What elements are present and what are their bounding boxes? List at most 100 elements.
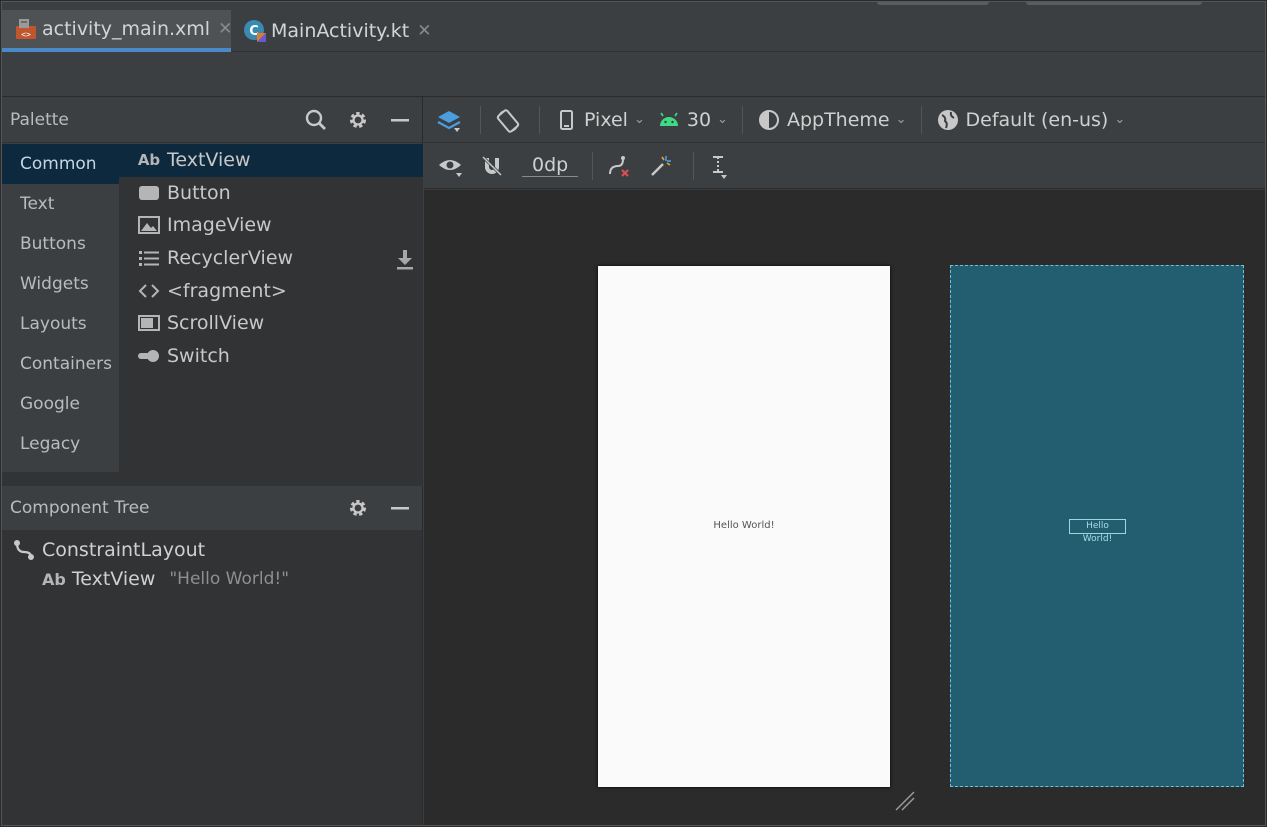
category-text[interactable]: Text <box>2 184 119 224</box>
rotate-icon <box>495 108 520 133</box>
tree-node-label: ConstraintLayout <box>42 539 206 561</box>
default-margin-field[interactable]: 0dp <box>516 143 584 188</box>
palette-item-imageview[interactable]: ImageView <box>119 209 423 242</box>
palette-item-recyclerview[interactable]: RecyclerView <box>119 242 423 275</box>
globe-icon <box>936 108 960 132</box>
tree-node-constraintlayout[interactable]: ConstraintLayout <box>12 538 205 562</box>
guidelines-icon <box>708 154 732 179</box>
minimize-icon[interactable] <box>388 108 412 132</box>
palette-item-button[interactable]: Button <box>119 177 423 210</box>
close-icon[interactable]: ✕ <box>417 21 431 41</box>
tree-node-text-value: "Hello World!" <box>169 569 290 589</box>
infer-constraints-button[interactable] <box>643 143 685 188</box>
button-icon <box>137 181 161 205</box>
svg-text:<>: <> <box>21 30 31 39</box>
tab-activity-main-xml[interactable]: <> activity_main.xml ✕ <box>2 10 232 52</box>
search-icon[interactable] <box>304 108 328 132</box>
palette-panel: Palette Common Text Buttons Widgets Layo… <box>2 97 423 472</box>
switch-icon <box>137 344 161 368</box>
top-toolbar-button[interactable] <box>877 2 989 5</box>
tab-label: MainActivity.kt <box>271 20 410 42</box>
tree-node-label: TextView <box>71 568 156 590</box>
resize-handle-icon[interactable] <box>894 790 918 814</box>
palette-item-switch[interactable]: Switch <box>119 340 423 373</box>
code-brackets-icon <box>137 279 161 303</box>
theme-selector[interactable]: AppTheme ⌄ <box>751 97 913 142</box>
palette-item-label: Button <box>167 181 231 204</box>
palette-title: Palette <box>10 109 69 130</box>
tree-node-textview[interactable]: Ab TextView "Hello World!" <box>42 568 289 590</box>
constraint-layout-icon <box>12 538 36 562</box>
default-margin-value: 0dp <box>522 154 579 177</box>
palette-item-label: ImageView <box>167 214 272 237</box>
locale-label: Default (en-us) <box>965 108 1109 131</box>
scrollview-icon <box>137 311 161 335</box>
component-tree-title: Component Tree <box>10 498 150 518</box>
chevron-down-icon: ⌄ <box>633 112 645 127</box>
palette-item-label: Switch <box>167 344 230 367</box>
minimize-icon[interactable] <box>388 496 412 520</box>
tab-main-activity-kt[interactable]: C MainActivity.kt ✕ <box>231 10 431 52</box>
theme-icon <box>757 108 781 132</box>
category-buttons[interactable]: Buttons <box>2 224 119 264</box>
clear-constraints-icon <box>607 154 631 178</box>
palette-item-fragment[interactable]: <fragment> <box>119 274 423 307</box>
view-options-button[interactable] <box>424 143 474 188</box>
design-textview[interactable]: Hello World! <box>598 520 890 531</box>
editor-mode-strip <box>2 52 1265 97</box>
xml-layout-icon: <> <box>14 17 38 41</box>
magic-wand-icon <box>649 154 673 178</box>
locale-selector[interactable]: Default (en-us) ⌄ <box>930 97 1132 142</box>
design-canvas[interactable]: Hello World! Hello World! <box>424 190 1265 825</box>
category-common[interactable]: Common <box>2 144 119 184</box>
palette-items: Ab TextView Button ImageView RecyclerVie… <box>119 144 423 472</box>
palette-categories: Common Text Buttons Widgets Layouts Cont… <box>2 144 119 472</box>
palette-item-label: ScrollView <box>167 312 265 335</box>
category-google[interactable]: Google <box>2 384 119 424</box>
eye-icon <box>438 154 462 178</box>
design-toolbar: Pixel ⌄ 30 ⌄ AppTheme ⌄ Default (en-us) … <box>424 97 1265 143</box>
autoconnect-toggle[interactable] <box>474 143 516 188</box>
device-selector[interactable]: Pixel ⌄ <box>548 97 651 142</box>
guidelines-button[interactable] <box>702 143 744 188</box>
android-icon <box>657 108 681 132</box>
category-legacy[interactable]: Legacy <box>2 424 119 464</box>
device-label: Pixel <box>584 108 628 131</box>
gear-icon[interactable] <box>346 108 370 132</box>
category-containers[interactable]: Containers <box>2 344 119 384</box>
textview-icon: Ab <box>137 151 161 170</box>
list-icon <box>137 246 161 270</box>
download-icon[interactable] <box>395 248 415 270</box>
category-widgets[interactable]: Widgets <box>2 264 119 304</box>
component-tree-header: Component Tree <box>2 486 422 530</box>
chevron-down-icon: ⌄ <box>895 112 907 127</box>
tab-label: activity_main.xml <box>42 18 211 40</box>
clear-constraints-button[interactable] <box>601 143 643 188</box>
palette-item-textview[interactable]: Ab TextView <box>119 144 423 177</box>
layers-icon <box>436 108 461 132</box>
blueprint-surface[interactable]: Hello World! <box>950 265 1244 787</box>
blueprint-textview[interactable]: Hello World! <box>1069 519 1126 544</box>
constraint-toolbar: 0dp <box>424 143 1265 189</box>
api-level-label: 30 <box>686 108 712 131</box>
chevron-down-icon: ⌄ <box>717 112 728 127</box>
imageview-icon <box>137 213 161 237</box>
textview-icon: Ab <box>42 569 66 589</box>
design-surface[interactable]: Hello World! <box>598 266 890 787</box>
orientation-button[interactable] <box>489 97 531 142</box>
palette-item-label: TextView <box>167 149 251 172</box>
palette-header: Palette <box>2 97 422 143</box>
gear-icon[interactable] <box>346 496 370 520</box>
kotlin-class-icon: C <box>243 19 267 43</box>
palette-item-scrollview[interactable]: ScrollView <box>119 307 423 340</box>
layers-button[interactable] <box>424 97 472 142</box>
palette-item-label: RecyclerView <box>167 247 294 270</box>
phone-icon <box>554 108 578 132</box>
panel-splitter[interactable] <box>2 472 423 486</box>
top-toolbar-button[interactable] <box>1026 2 1202 5</box>
palette-item-label: <fragment> <box>167 279 287 302</box>
api-selector[interactable]: 30 ⌄ <box>651 97 734 142</box>
category-layouts[interactable]: Layouts <box>2 304 119 344</box>
android-studio-window: <> activity_main.xml ✕ C MainActivity.kt… <box>1 1 1266 826</box>
editor-tab-bar: <> activity_main.xml ✕ C MainActivity.kt… <box>2 2 1265 52</box>
